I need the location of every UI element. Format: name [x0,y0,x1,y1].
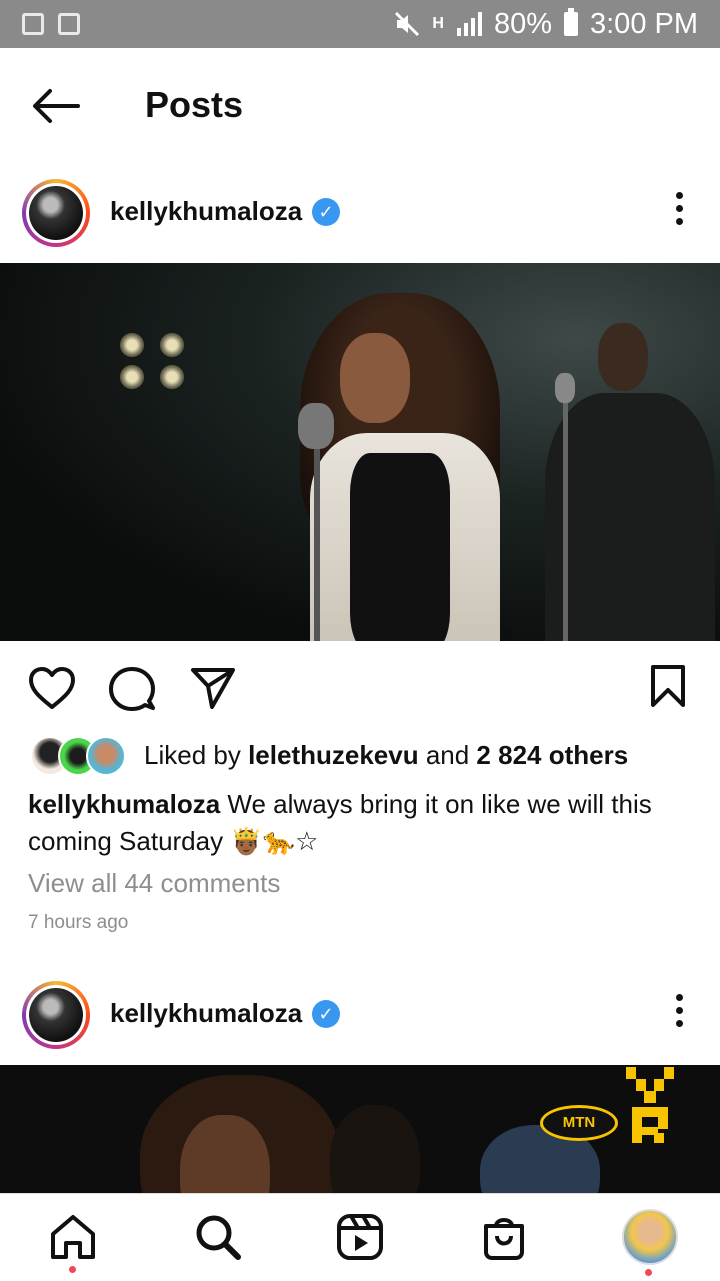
verified-badge-icon: ✓ [312,198,340,226]
likes-row[interactable]: Liked by lelethuzekevu and 2 824 others [28,736,708,776]
more-vertical-icon[interactable] [676,192,684,232]
battery-percentage: 80% [493,7,552,40]
status-bar: H 80% 3:00 PM [0,0,720,48]
more-vertical-icon[interactable] [676,994,684,1034]
heart-icon[interactable] [28,666,76,710]
likes-others-count[interactable]: 2 824 others [476,740,628,770]
verified-badge-icon: ✓ [312,1000,340,1028]
recycle-notification-icon [58,13,80,35]
post-image[interactable]: MTN [0,1065,720,1193]
post-caption: kellykhumaloza We always bring it on lik… [28,786,698,860]
post-timestamp: 7 hours ago [28,912,129,933]
mute-icon [395,11,420,37]
search-icon[interactable] [193,1212,243,1262]
arrow-left-icon[interactable] [32,88,80,124]
profile-notification-dot [645,1269,652,1276]
bookmark-icon[interactable] [650,664,686,708]
gallery-notification-icon [22,13,44,35]
post-header: kellykhumaloza ✓ [0,168,720,258]
bottom-navigation [0,1193,720,1281]
home-icon[interactable] [48,1212,98,1262]
notification-icons [22,13,80,35]
likes-prefix: Liked by [144,740,249,770]
avatar[interactable] [22,981,90,1049]
comment-bubble-icon[interactable] [108,666,156,712]
mtn-logo: MTN [540,1105,618,1141]
post-username[interactable]: kellykhumaloza [110,998,302,1029]
post-username[interactable]: kellykhumaloza [110,196,302,227]
shop-icon[interactable] [479,1212,529,1262]
view-comments-link[interactable]: View all 44 comments [28,868,280,899]
clock: 3:00 PM [590,7,698,40]
profile-avatar[interactable] [622,1209,678,1265]
reels-icon[interactable] [335,1212,385,1262]
page-title: Posts [145,84,244,125]
likes-middle: and [418,740,477,770]
liker-avatar [86,736,126,776]
post-actions [0,660,720,716]
post-header: kellykhumaloza ✓ [0,970,720,1060]
network-type-label: H [432,15,444,32]
home-notification-dot [69,1266,76,1273]
paper-plane-icon[interactable] [190,666,236,710]
liker-username[interactable]: lelethuzekevu [248,740,419,770]
top-bar: Posts [0,48,720,163]
avatar[interactable] [22,179,90,247]
caption-username[interactable]: kellykhumaloza [28,789,220,819]
battery-icon [564,8,578,36]
post-image[interactable] [0,263,720,641]
yr-logo-icon [626,1067,674,1143]
status-indicators: H 80% 3:00 PM [394,8,698,41]
signal-icon [456,12,482,36]
likes-text: Liked by lelethuzekevu and 2 824 others [144,740,628,771]
